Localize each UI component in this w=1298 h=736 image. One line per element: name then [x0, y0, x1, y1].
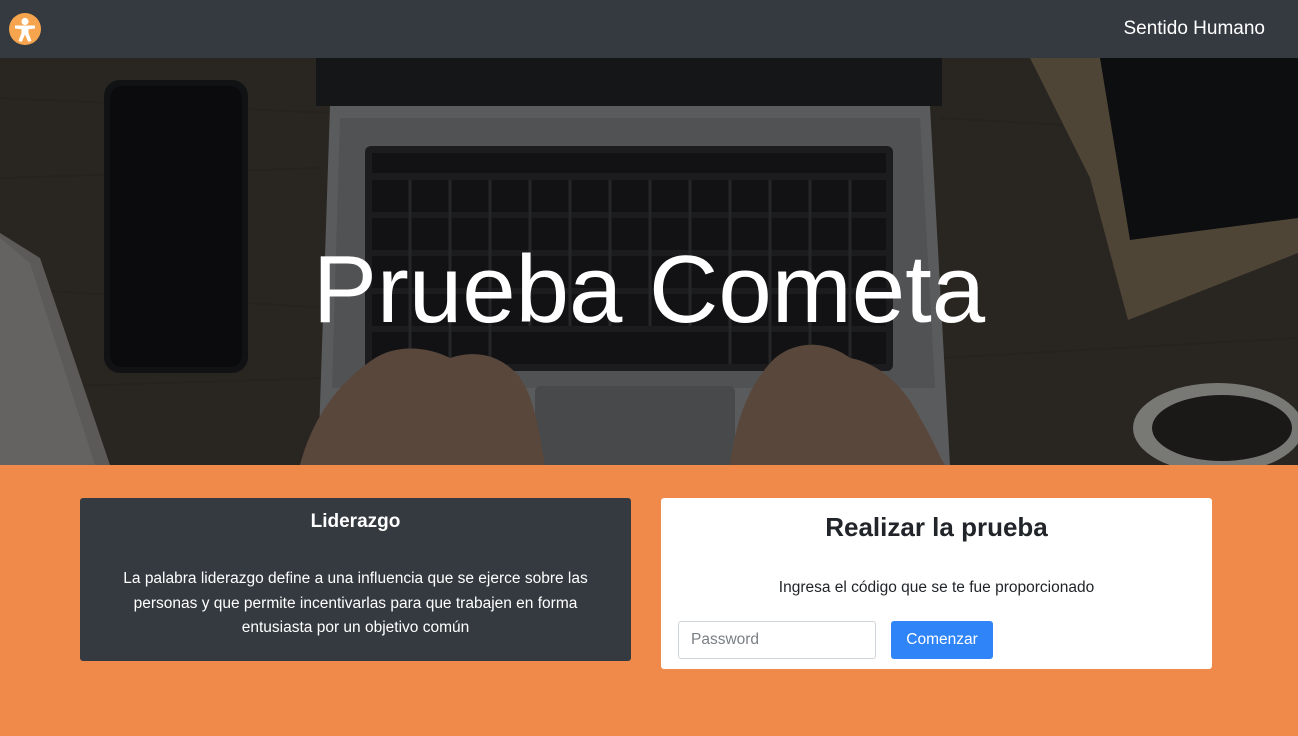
person-accessibility-icon[interactable]	[9, 13, 41, 45]
start-button[interactable]: Comenzar	[891, 621, 993, 659]
password-input[interactable]	[678, 621, 876, 659]
info-card-text: La palabra liderazgo define a una influe…	[123, 570, 588, 636]
info-card-title: Liderazgo	[310, 511, 401, 532]
hero-banner: Prueba Cometa	[0, 58, 1298, 465]
info-card: Liderazgo La palabra liderazgo define a …	[80, 498, 631, 661]
navbar: Sentido Humano	[0, 0, 1298, 58]
brand-link[interactable]: Sentido Humano	[1123, 18, 1265, 40]
test-card-subtitle: Ingresa el código que se te fue proporci…	[778, 579, 1095, 596]
test-card-title: Realizar la prueba	[825, 512, 1048, 542]
hero-title: Prueba Cometa	[312, 236, 986, 343]
test-card: Realizar la prueba Ingresa el código que…	[661, 498, 1212, 669]
